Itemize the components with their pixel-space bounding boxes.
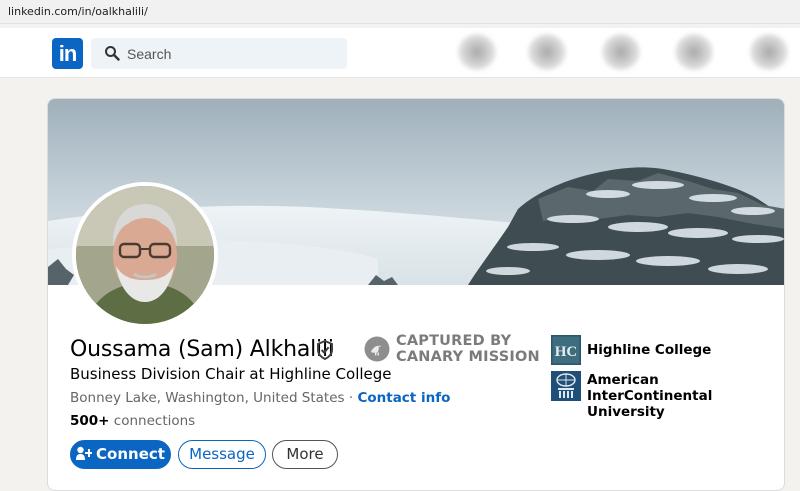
- profile-location: Bonney Lake, Washington, United States: [70, 390, 345, 406]
- location-row: Bonney Lake, Washington, United States ·…: [70, 390, 450, 406]
- nav-jobs-icon[interactable]: [602, 34, 640, 70]
- connections-count[interactable]: 500+ connections: [70, 413, 195, 429]
- profile-avatar[interactable]: [72, 182, 218, 328]
- profile-name: Oussama (Sam) Alkhalili: [70, 337, 334, 362]
- more-button[interactable]: More: [272, 440, 338, 469]
- profile-headline: Business Division Chair at Highline Coll…: [70, 365, 392, 383]
- highline-college-logo: HC: [551, 335, 581, 365]
- canary-line-1: CAPTURED BY: [396, 333, 512, 349]
- linkedin-logo[interactable]: in: [52, 38, 83, 69]
- shield-check-icon[interactable]: [316, 340, 334, 360]
- location-separator: ·: [344, 390, 358, 406]
- canary-line-2: CANARY MISSION: [396, 349, 540, 365]
- url-text[interactable]: linkedin.com/in/oalkhalili/: [8, 5, 148, 18]
- aiu-logo: [551, 371, 581, 401]
- contact-info-link[interactable]: Contact info: [357, 390, 450, 406]
- search-bar[interactable]: [91, 38, 347, 69]
- connections-number: 500+: [70, 413, 110, 429]
- canary-bird-icon: [364, 336, 390, 362]
- search-icon: [105, 46, 120, 61]
- canary-mission-text: CAPTURED BY CANARY MISSION: [396, 333, 540, 365]
- connect-label: Connect: [96, 445, 165, 463]
- connect-button[interactable]: Connect: [70, 440, 171, 469]
- browser-address-bar[interactable]: linkedin.com/in/oalkhalili/: [0, 0, 800, 24]
- search-input[interactable]: [127, 38, 337, 69]
- message-button[interactable]: Message: [178, 440, 266, 469]
- nav-network-icon[interactable]: [528, 34, 566, 70]
- highline-logo-text: HC: [555, 344, 578, 360]
- canary-mission-watermark: CAPTURED BY CANARY MISSION: [364, 333, 540, 367]
- nav-icons-blurred: [450, 28, 800, 78]
- connections-label: connections: [109, 413, 196, 429]
- profile-card: Oussama (Sam) Alkhalili Business Divisio…: [47, 98, 785, 491]
- education-name: American InterContinental University: [587, 372, 713, 420]
- nav-home-icon[interactable]: [458, 34, 496, 70]
- nav-messaging-icon[interactable]: [675, 34, 713, 70]
- add-person-icon: [76, 446, 93, 460]
- education-name: Highline College: [587, 342, 712, 358]
- nav-notifications-icon[interactable]: [750, 34, 788, 70]
- top-navigation: in: [0, 28, 800, 78]
